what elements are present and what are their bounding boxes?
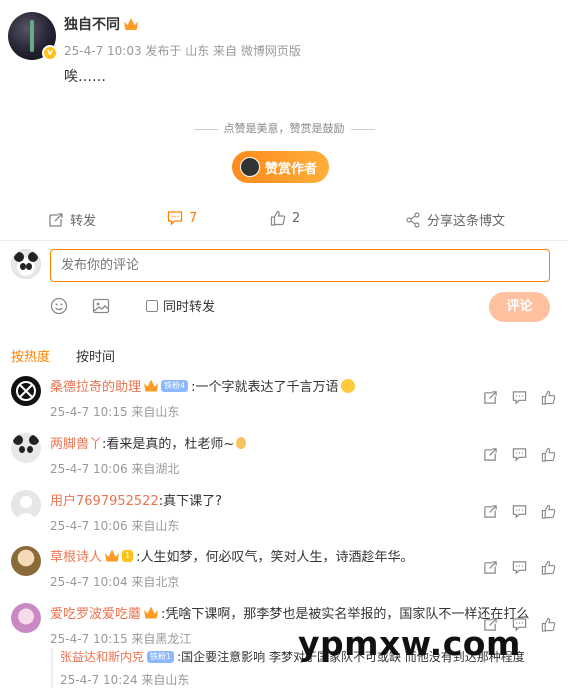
lightbulb-icon <box>236 436 247 449</box>
comment-text: :凭啥下课啊，那李梦也是被实名举报的，国家队不一样还在打么 <box>161 607 530 622</box>
reply-meta: 25-4-7 10:24 来自山东 <box>60 673 190 687</box>
reward-tip: 点赞是美意，赞赏是鼓励 <box>0 120 568 136</box>
commenter-avatar[interactable] <box>11 603 41 633</box>
sort-tabs: 按热度 按时间 <box>11 346 115 365</box>
thumbs-up-icon <box>270 210 286 226</box>
emoji-icon <box>340 378 355 393</box>
compose-tools: 同时转发 <box>50 296 215 315</box>
comment-meta: 25-4-7 10:15 来自山东 <box>50 405 180 419</box>
comment-tools <box>483 504 556 519</box>
post-subline: 25-4-7 10:03 发布于 山东 来自 微博网页版 <box>64 44 301 58</box>
reward-tip-text: 点赞是美意，赞赏是鼓励 <box>223 122 345 135</box>
commenter-name[interactable]: 草根诗人 <box>50 546 102 565</box>
commenter-name[interactable]: 桑德拉奇的助理 <box>50 376 141 395</box>
image-icon[interactable] <box>92 297 110 315</box>
commenter-name[interactable]: 用户7697952522 <box>50 490 159 509</box>
crown-icon <box>144 606 159 619</box>
author-name[interactable]: 独自不同 <box>64 14 301 34</box>
comment-icon <box>167 211 183 226</box>
commenter-avatar[interactable] <box>11 376 41 406</box>
tab-time[interactable]: 按时间 <box>76 346 115 365</box>
reward-button[interactable]: 赞赏作者 <box>232 151 329 183</box>
divider <box>0 240 568 241</box>
checkbox-box[interactable] <box>146 299 158 312</box>
thumbs-up-icon[interactable] <box>541 560 556 575</box>
thumbs-up-icon[interactable] <box>541 390 556 405</box>
author-avatar[interactable]: v <box>8 12 58 61</box>
commenter-name[interactable]: 爱吃罗波爱吃蘑 <box>50 603 141 622</box>
repost-button[interactable]: 转发 <box>48 210 96 229</box>
submit-comment-button[interactable]: 评论 <box>489 292 550 322</box>
comment-meta: 25-4-7 10:06 来自山东 <box>50 519 180 533</box>
reply-icon[interactable] <box>512 390 527 405</box>
replier-name[interactable]: 张益达和斯内克 <box>60 648 144 665</box>
comment-text: :一个字就表达了千言万语 <box>191 380 339 395</box>
comment-count: 7 <box>189 210 198 226</box>
comment-tools <box>483 390 556 405</box>
level-badge: 1 <box>122 549 134 562</box>
like-count: 2 <box>292 210 301 226</box>
commenter-avatar[interactable] <box>11 490 41 520</box>
post-header: v 独自不同 25-4-7 10:03 发布于 山东 来自 微博网页版 <box>8 12 301 61</box>
share-icon <box>406 211 420 228</box>
repost-icon <box>49 212 63 227</box>
comment-text: :人生如梦，何必叹气，笑对人生，诗酒趁年华。 <box>136 550 414 565</box>
author-name-text[interactable]: 独自不同 <box>64 14 120 34</box>
repost-icon[interactable] <box>483 560 498 575</box>
share-label: 分享这条博文 <box>427 214 506 229</box>
post-actions: 转发 7 2 分享这条博文 <box>0 210 568 230</box>
comment-tools <box>483 560 556 575</box>
comment-meta: 25-4-7 10:04 来自北京 <box>50 575 180 589</box>
like-button[interactable]: 2 <box>270 210 300 226</box>
comment-input[interactable] <box>50 249 550 282</box>
verified-icon: v <box>42 45 58 61</box>
watermark: ypmxw.com <box>298 624 521 663</box>
post-text: 唉…… <box>64 69 106 85</box>
thumbs-up-icon[interactable] <box>541 447 556 462</box>
repost-checkbox-label: 同时转发 <box>163 300 216 315</box>
crown-icon <box>144 379 159 392</box>
repost-icon[interactable] <box>483 390 498 405</box>
emoji-icon[interactable] <box>50 297 68 315</box>
repost-icon[interactable] <box>483 504 498 519</box>
reply-icon[interactable] <box>512 504 527 519</box>
comment-tools <box>483 447 556 462</box>
fan-badge: 铁粉1 <box>147 650 175 663</box>
crown-icon <box>105 549 120 562</box>
my-avatar[interactable] <box>11 249 41 279</box>
thumbs-up-icon[interactable] <box>541 504 556 519</box>
comment-button[interactable]: 7 <box>167 210 197 226</box>
reply-icon[interactable] <box>512 447 527 462</box>
comment-meta: 25-4-7 10:06 来自湖北 <box>50 462 180 476</box>
commenter-avatar[interactable] <box>11 546 41 576</box>
tab-hot[interactable]: 按热度 <box>11 346 50 365</box>
share-button[interactable]: 分享这条博文 <box>405 210 505 229</box>
reward-button-label: 赞赏作者 <box>265 161 318 177</box>
crown-icon <box>124 18 138 30</box>
commenter-avatar[interactable] <box>11 433 41 463</box>
commenter-name[interactable]: 两脚兽丫 <box>50 433 102 452</box>
fan-badge: 铁粉4 <box>161 379 189 392</box>
comment-text: :真下课了? <box>158 494 222 509</box>
reply-icon[interactable] <box>512 560 527 575</box>
comment-text: :看来是真的，杜老师~ <box>102 437 235 452</box>
repost-label: 转发 <box>70 214 97 229</box>
repost-checkbox[interactable]: 同时转发 <box>146 296 215 315</box>
thumbs-up-icon[interactable] <box>541 617 556 632</box>
repost-icon[interactable] <box>483 447 498 462</box>
mini-avatar <box>240 157 260 177</box>
